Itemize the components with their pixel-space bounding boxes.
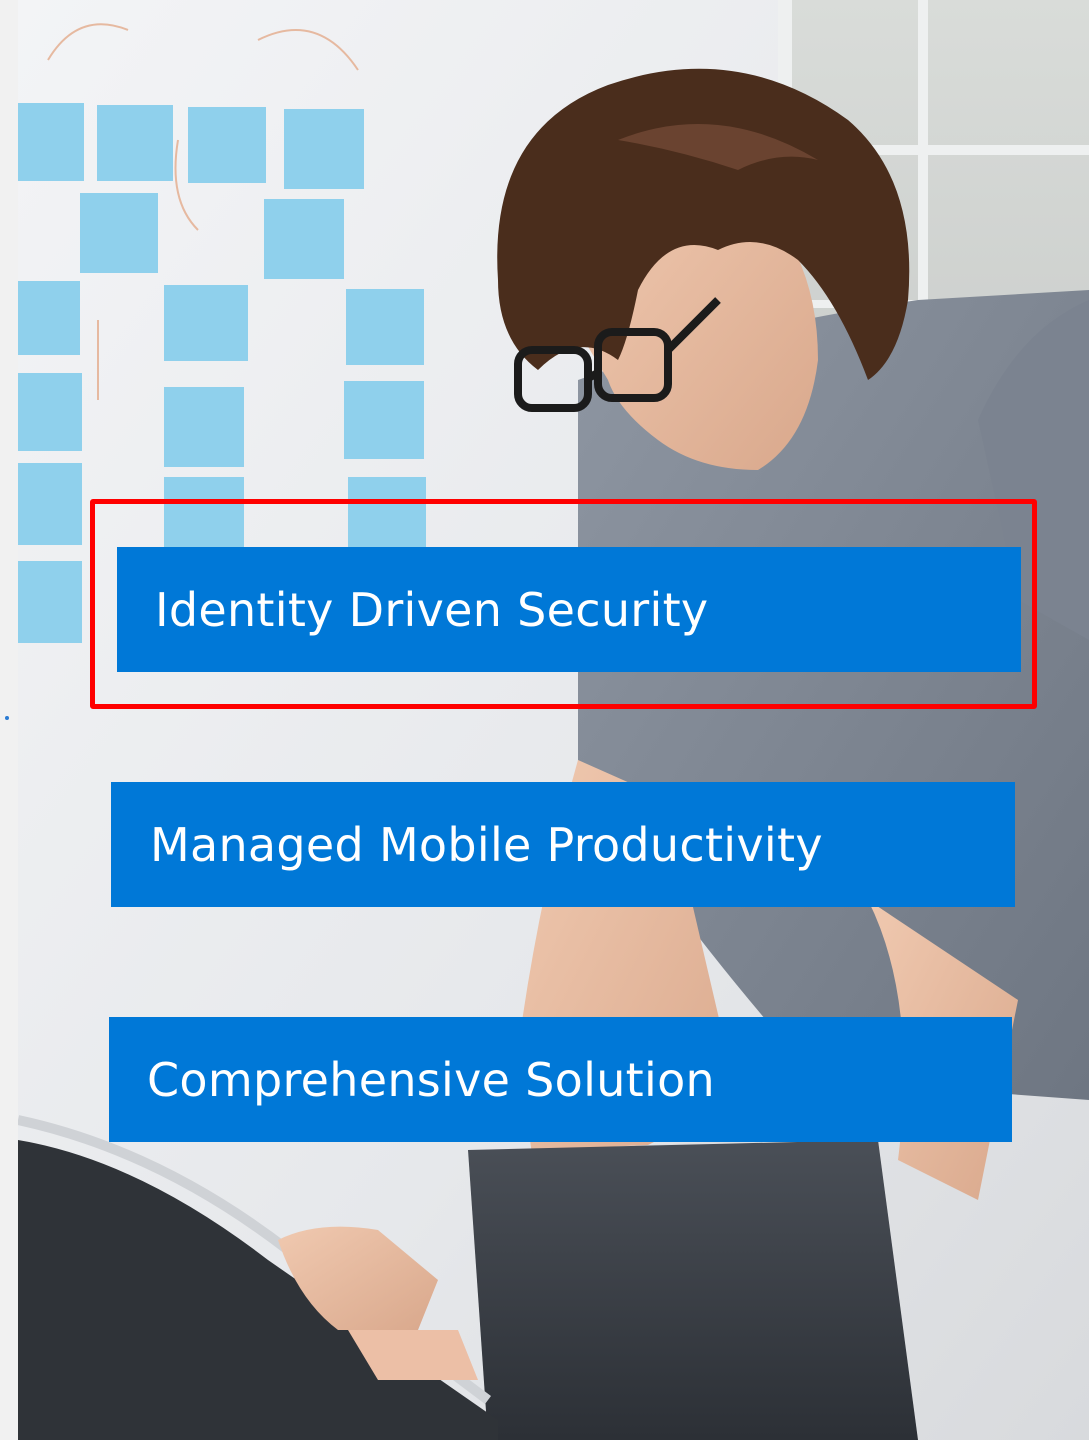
bullet-dot-icon (5, 716, 9, 720)
slide-canvas: Identity Driven Security Managed Mobile … (0, 0, 1089, 1440)
identity-driven-security-button[interactable]: Identity Driven Security (117, 547, 1021, 672)
left-margin-strip (0, 0, 18, 1440)
comprehensive-solution-label: Comprehensive Solution (147, 1052, 715, 1107)
managed-mobile-productivity-label: Managed Mobile Productivity (150, 817, 823, 872)
identity-driven-security-label: Identity Driven Security (155, 582, 709, 637)
comprehensive-solution-button[interactable]: Comprehensive Solution (109, 1017, 1012, 1142)
managed-mobile-productivity-button[interactable]: Managed Mobile Productivity (111, 782, 1015, 907)
background-photo-illustration (18, 0, 1089, 1440)
background-photo (18, 0, 1089, 1440)
